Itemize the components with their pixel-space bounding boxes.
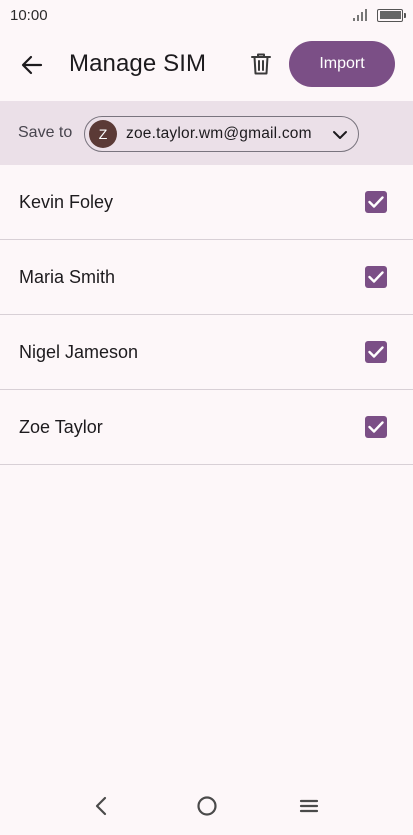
- status-bar: 10:00: [0, 0, 413, 30]
- contact-row[interactable]: Nigel Jameson: [0, 315, 413, 390]
- contact-checkbox[interactable]: [365, 416, 387, 438]
- app-bar: Manage SIM Import: [0, 30, 413, 100]
- signal-icon: [353, 9, 367, 21]
- nav-back-button[interactable]: [89, 794, 113, 818]
- avatar: Z: [89, 120, 117, 148]
- back-button[interactable]: [14, 51, 50, 79]
- contact-list: Kevin Foley Maria Smith Nigel Jameson Zo…: [0, 165, 413, 465]
- check-icon: [368, 421, 384, 433]
- import-button[interactable]: Import: [289, 41, 395, 87]
- page-title: Manage SIM: [69, 50, 207, 77]
- check-icon: [368, 271, 384, 283]
- contact-name: Zoe Taylor: [19, 416, 103, 437]
- contact-row[interactable]: Zoe Taylor: [0, 390, 413, 465]
- chevron-down-icon: [333, 131, 347, 139]
- check-icon: [368, 196, 384, 208]
- contact-name: Nigel Jameson: [19, 341, 139, 362]
- chevron-left-icon: [95, 796, 107, 816]
- arrow-left-icon: [21, 55, 43, 75]
- status-time: 10:00: [10, 6, 48, 24]
- nav-menu-button[interactable]: [297, 794, 321, 818]
- contact-checkbox[interactable]: [365, 341, 387, 363]
- navigation-bar: [0, 782, 413, 832]
- contact-name: Kevin Foley: [19, 191, 114, 212]
- save-to-label: Save to: [18, 124, 73, 141]
- contact-row[interactable]: Maria Smith: [0, 240, 413, 315]
- status-icons: [353, 8, 406, 22]
- contact-name: Maria Smith: [19, 266, 116, 287]
- nav-home-button[interactable]: [195, 794, 219, 818]
- account-selector[interactable]: Z zoe.taylor.wm@gmail.com: [84, 116, 359, 152]
- delete-button[interactable]: [246, 49, 276, 79]
- contact-row[interactable]: Kevin Foley: [0, 165, 413, 240]
- check-icon: [368, 346, 384, 358]
- trash-icon: [251, 53, 271, 75]
- hamburger-menu-icon: [299, 799, 319, 813]
- contact-checkbox[interactable]: [365, 266, 387, 288]
- manage-sim-screen: 10:00 Manage SIM Import Save to Z zoe.ta…: [0, 0, 413, 835]
- battery-icon: [377, 8, 406, 22]
- circle-home-icon: [197, 796, 217, 816]
- save-to-bar: Save to Z zoe.taylor.wm@gmail.com: [0, 101, 413, 165]
- contact-checkbox[interactable]: [365, 191, 387, 213]
- account-email: zoe.taylor.wm@gmail.com: [126, 125, 312, 142]
